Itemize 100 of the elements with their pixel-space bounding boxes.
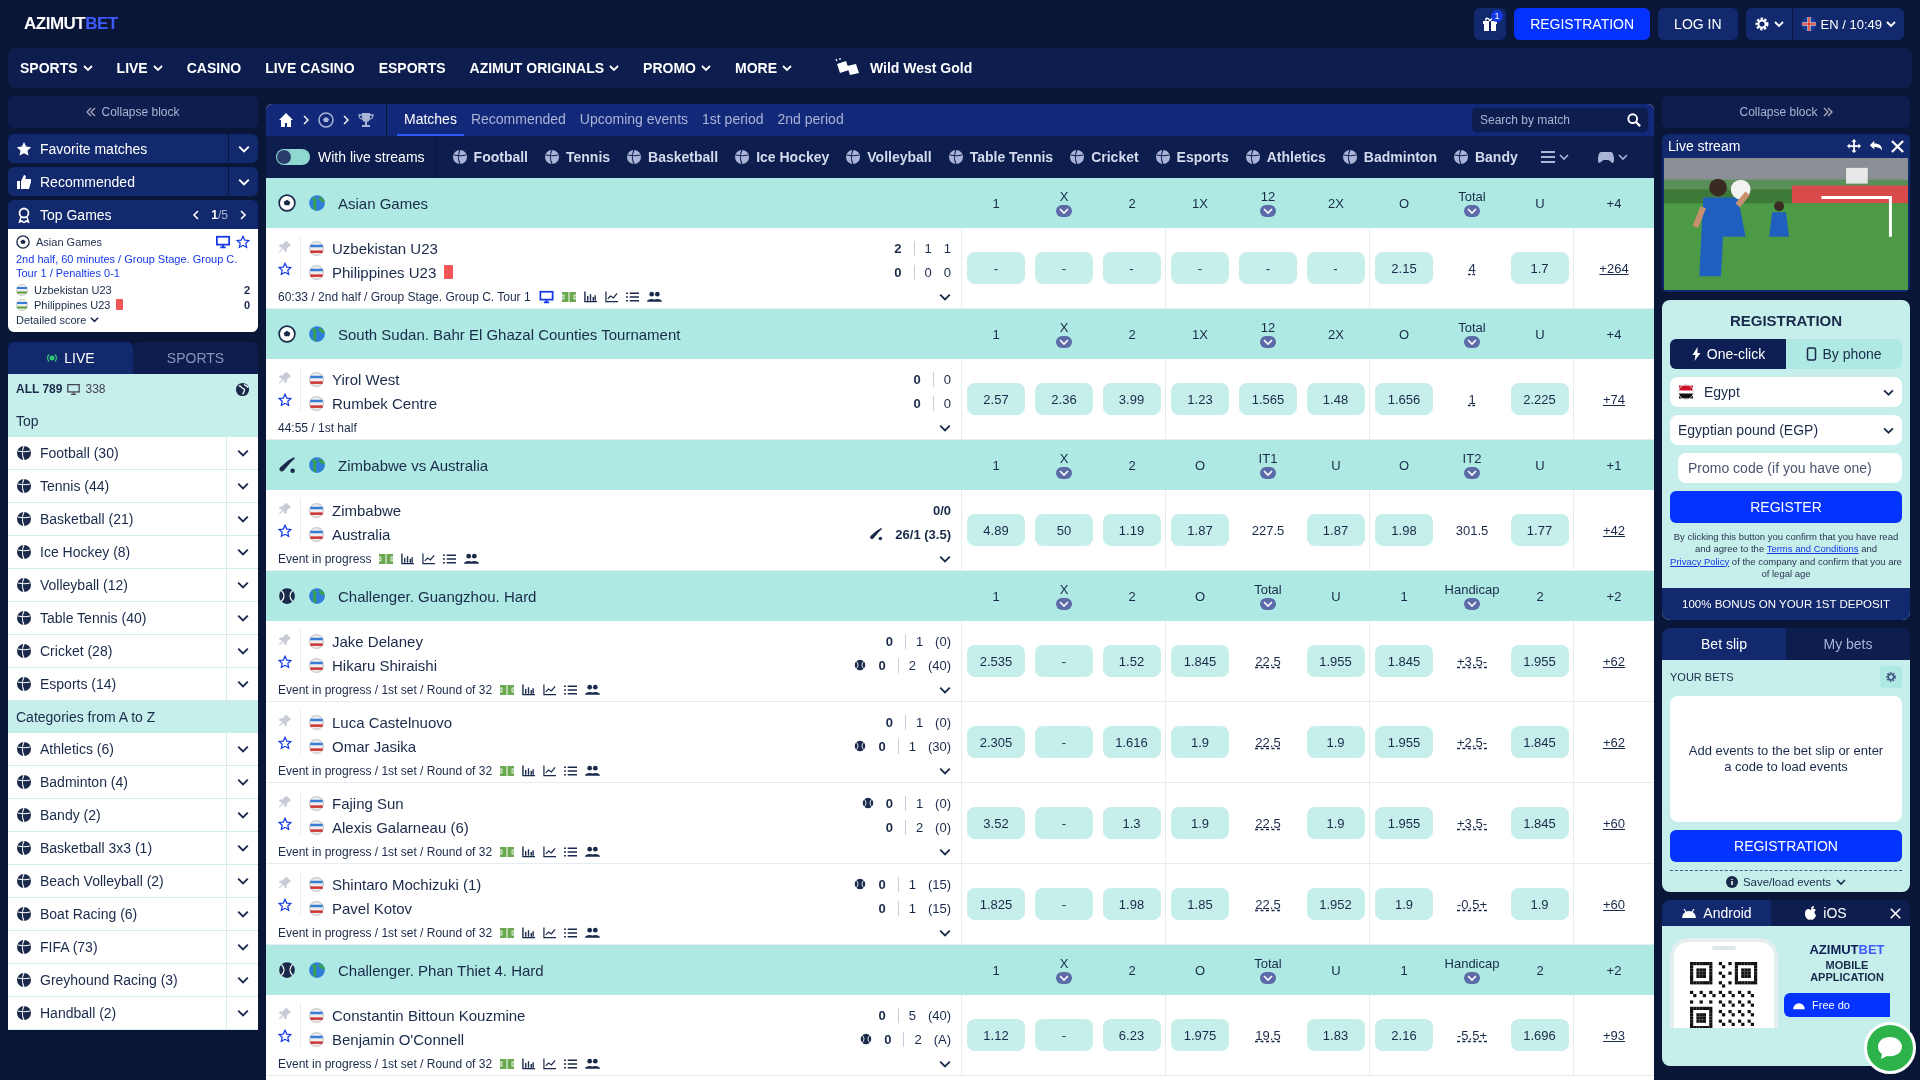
team-name[interactable]: Uzbekistan U23: [332, 239, 438, 257]
line-chart-icon[interactable]: [422, 553, 436, 565]
trophy-icon[interactable]: [358, 112, 374, 128]
league-name[interactable]: Challenger. Phan Thiet 4. Hard: [338, 961, 544, 979]
globe-icon[interactable]: [235, 381, 250, 397]
more-markets-link[interactable]: +60: [1602, 896, 1626, 912]
star-icon[interactable]: [278, 524, 292, 538]
bar-chart-icon[interactable]: [522, 1058, 536, 1070]
chevron-icon[interactable]: [939, 422, 951, 434]
more-markets-link[interactable]: +62: [1602, 653, 1626, 669]
line-value[interactable]: -0.5+: [1457, 896, 1487, 912]
home-icon[interactable]: [278, 112, 294, 128]
team-name[interactable]: Zimbabwe: [332, 501, 402, 519]
line-chart-icon[interactable]: [543, 765, 557, 777]
odds-button[interactable]: 1.77: [1510, 514, 1569, 546]
odds-button[interactable]: 1.3: [1102, 807, 1161, 839]
team-name[interactable]: Constantin Bittoun Kouzmine: [332, 1006, 526, 1024]
ball-icon[interactable]: [318, 112, 334, 128]
line-value[interactable]: +2.5-: [1457, 734, 1487, 750]
list-icon[interactable]: [443, 553, 457, 565]
line-value[interactable]: 1: [1468, 391, 1476, 407]
odds-button[interactable]: 1.825: [967, 888, 1025, 920]
more-markets-link[interactable]: +62: [1602, 734, 1626, 750]
bar-chart-icon[interactable]: [522, 765, 536, 777]
platform-tab[interactable]: iOS: [1771, 900, 1880, 927]
odds-button[interactable]: 3.99: [1102, 383, 1161, 415]
logo[interactable]: AZIMUTBET: [24, 14, 118, 34]
team-name[interactable]: Hikaru Shiraishi: [332, 656, 438, 674]
line-value[interactable]: 4: [1468, 260, 1476, 276]
odds-button[interactable]: 1.955: [1375, 726, 1433, 758]
market-dropdown[interactable]: [1464, 336, 1480, 348]
star-icon[interactable]: [278, 898, 292, 912]
field-icon[interactable]: [500, 847, 515, 857]
list-icon[interactable]: [564, 684, 578, 696]
odds-button[interactable]: 3.52: [967, 807, 1025, 839]
people-icon[interactable]: [585, 846, 601, 858]
nav-item[interactable]: AZIMUT ORIGINALS: [469, 60, 620, 76]
odds-button[interactable]: 2.305: [967, 726, 1025, 758]
line-chart-icon[interactable]: [543, 927, 557, 939]
odds-button[interactable]: -: [1035, 645, 1093, 677]
people-icon[interactable]: [585, 927, 601, 939]
sport-filter[interactable]: Ice Hockey: [734, 149, 830, 165]
odds-button[interactable]: 1.12: [967, 1019, 1025, 1051]
field-icon[interactable]: [379, 554, 394, 564]
team-name[interactable]: Australia: [332, 525, 391, 543]
odds-button[interactable]: -: [1102, 252, 1161, 284]
more-markets-link[interactable]: +74: [1602, 391, 1626, 407]
odds-button[interactable]: 1.845: [1510, 807, 1569, 839]
odds-button[interactable]: -: [1171, 252, 1229, 284]
odds-button[interactable]: 1.975: [1171, 1019, 1229, 1051]
line-value[interactable]: 19.5: [1255, 1027, 1281, 1043]
odds-button[interactable]: 2.36: [1035, 383, 1093, 415]
star-icon[interactable]: [278, 736, 292, 750]
sidebar-tab[interactable]: LIVE: [8, 341, 133, 374]
odds-button[interactable]: 1.52: [1102, 645, 1161, 677]
odds-button[interactable]: 1.48: [1306, 383, 1365, 415]
market-dropdown[interactable]: [1056, 205, 1072, 217]
odds-button[interactable]: -: [1035, 807, 1093, 839]
league-name[interactable]: Zimbabwe vs Australia: [338, 456, 489, 474]
chevron-icon[interactable]: [939, 1058, 951, 1070]
registration-button[interactable]: REGISTRATION: [1670, 830, 1902, 863]
odds-button[interactable]: 2.16: [1375, 1019, 1433, 1051]
detailed-score-link[interactable]: Detailed score: [16, 313, 250, 326]
bar-chart-icon[interactable]: [522, 684, 536, 696]
odds-button[interactable]: 1.19: [1102, 514, 1161, 546]
bar-chart-icon[interactable]: [522, 846, 536, 858]
register-button[interactable]: REGISTER: [1670, 491, 1902, 523]
team-name[interactable]: Philippines U23: [332, 263, 437, 281]
odds-button[interactable]: 1.9: [1171, 726, 1229, 758]
odds-button[interactable]: 1.845: [1375, 645, 1433, 677]
odds-button[interactable]: 1.98: [1375, 514, 1433, 546]
team-name[interactable]: Pavel Kotov: [332, 899, 413, 917]
odds-button[interactable]: 2.535: [967, 645, 1025, 677]
monitor-icon[interactable]: [538, 290, 554, 304]
platform-tab[interactable]: Android: [1662, 900, 1771, 927]
odds-button[interactable]: 1.656: [1375, 383, 1433, 415]
filter-tab[interactable]: Recommended: [463, 104, 573, 136]
team-name[interactable]: Alexis Galarneau (6): [332, 818, 469, 836]
odds-button[interactable]: 2.57: [967, 383, 1025, 415]
nav-item[interactable]: CASINO: [186, 60, 242, 76]
undo-icon[interactable]: [1869, 139, 1883, 153]
odds-button[interactable]: 2.15: [1375, 252, 1433, 284]
market-dropdown[interactable]: [1464, 205, 1480, 217]
sport-filter[interactable]: Table Tennis: [947, 149, 1054, 165]
chevron-icon[interactable]: [939, 291, 951, 303]
market-dropdown[interactable]: [1056, 467, 1072, 479]
chevron-icon[interactable]: [939, 927, 951, 939]
field-icon[interactable]: [500, 1059, 515, 1069]
odds-button[interactable]: 1.23: [1171, 383, 1229, 415]
odds-button[interactable]: -: [1035, 888, 1093, 920]
odds-button[interactable]: 1.952: [1306, 888, 1365, 920]
star-icon[interactable]: [278, 1029, 292, 1043]
star-icon[interactable]: [278, 262, 292, 276]
list-icon[interactable]: [564, 765, 578, 777]
star-icon[interactable]: [278, 655, 292, 669]
odds-button[interactable]: 1.9: [1510, 888, 1569, 920]
odds-button[interactable]: 1.616: [1102, 726, 1161, 758]
chat-button[interactable]: [1864, 1022, 1916, 1074]
chevron-icon[interactable]: [939, 553, 951, 565]
filter-tab[interactable]: 2nd period: [770, 104, 851, 136]
